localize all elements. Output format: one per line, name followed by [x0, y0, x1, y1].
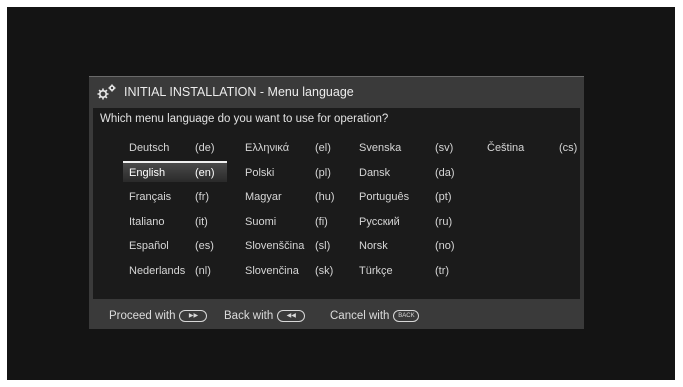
footer-bar: Proceed with ▶▶ Back with ◀◀ Cancel with…: [89, 302, 584, 329]
language-name: Svenska: [359, 142, 402, 154]
question-text: Which menu language do you want to use f…: [100, 113, 389, 125]
forward-button-icon: ▶▶: [179, 310, 208, 322]
language-option[interactable]: Italiano (it): [123, 212, 233, 232]
language-option[interactable]: Nederlands (nl): [123, 261, 233, 281]
tv-screen: INITIAL INSTALLATION - Menu language Whi…: [7, 7, 675, 380]
language-code: (sl): [315, 240, 331, 252]
language-option[interactable]: Svenska (sv): [353, 138, 463, 158]
language-name: Slovenščina: [245, 240, 305, 252]
cancel-label: Cancel with: [330, 310, 390, 322]
language-name: Português: [359, 191, 410, 203]
language-name: Norsk: [359, 240, 388, 252]
language-name: Italiano: [129, 215, 165, 228]
language-option[interactable]: Suomi (fi): [239, 212, 349, 232]
language-option[interactable]: Français (fr): [123, 187, 233, 207]
proceed-label: Proceed with: [109, 310, 176, 322]
language-name: Français: [129, 191, 172, 203]
language-option[interactable]: Norsk (no): [353, 236, 463, 256]
language-name: Slovenčina: [245, 264, 299, 277]
language-code: (no): [435, 240, 455, 252]
language-name: Türkçe: [359, 264, 393, 277]
language-option[interactable]: Magyar (hu): [239, 187, 349, 207]
language-code: (da): [435, 166, 455, 179]
language-option[interactable]: Slovenščina (sl): [239, 236, 349, 256]
language-code: (pl): [315, 166, 331, 179]
language-code: (nl): [195, 264, 211, 277]
rewind-button-icon: ◀◀: [277, 310, 306, 322]
language-option[interactable]: Čeština (cs): [481, 138, 591, 158]
title-bar: INITIAL INSTALLATION - Menu language: [89, 77, 584, 107]
language-code: (fr): [195, 191, 210, 203]
language-code: (de): [195, 142, 215, 154]
language-code: (sk): [315, 264, 334, 277]
back-button-icon: BACK: [393, 310, 420, 322]
language-name: Русский: [359, 215, 400, 228]
language-code: (es): [195, 240, 214, 252]
language-name: Español: [129, 240, 169, 252]
language-option[interactable]: Polski (pl): [239, 163, 349, 183]
language-name: Magyar: [245, 191, 282, 203]
language-code: (it): [195, 215, 208, 228]
dialog-title: INITIAL INSTALLATION - Menu language: [124, 85, 354, 99]
language-option[interactable]: Ελληνικά (el): [239, 138, 349, 158]
language-option[interactable]: Deutsch (de): [123, 138, 233, 158]
language-option[interactable]: Dansk (da): [353, 163, 463, 183]
language-name: Polski: [245, 166, 275, 179]
language-name: Dansk: [359, 166, 391, 179]
language-code: (pt): [435, 191, 452, 203]
language-name: Čeština: [487, 142, 525, 154]
language-name: Suomi: [245, 215, 277, 228]
language-option[interactable]: Türkçe (tr): [353, 261, 463, 281]
back-hint: Back with ◀◀: [224, 310, 306, 322]
language-name: Nederlands: [129, 264, 186, 277]
proceed-hint: Proceed with ▶▶: [109, 310, 208, 322]
language-option[interactable]: English (en): [123, 160, 227, 182]
language-name: English: [129, 166, 166, 179]
language-list-panel: Which menu language do you want to use f…: [93, 108, 580, 299]
back-label: Back with: [224, 310, 274, 322]
language-option[interactable]: Русский (ru): [353, 212, 463, 232]
language-code: (sv): [435, 142, 454, 154]
language-name: Ελληνικά: [245, 142, 290, 154]
language-code: (fi): [315, 215, 328, 228]
installation-dialog: INITIAL INSTALLATION - Menu language Whi…: [89, 76, 584, 329]
language-option[interactable]: Português (pt): [353, 187, 463, 207]
language-code: (tr): [435, 264, 450, 277]
language-code: (el): [315, 142, 331, 154]
cancel-hint: Cancel with BACK: [330, 310, 420, 322]
language-code: (ru): [435, 215, 453, 228]
language-code: (en): [195, 166, 215, 179]
language-code: (cs): [559, 142, 578, 154]
language-option[interactable]: Español (es): [123, 236, 233, 256]
language-name: Deutsch: [129, 142, 170, 154]
gear-icon: [97, 84, 116, 100]
language-code: (hu): [315, 191, 335, 203]
language-option[interactable]: Slovenčina (sk): [239, 261, 349, 281]
